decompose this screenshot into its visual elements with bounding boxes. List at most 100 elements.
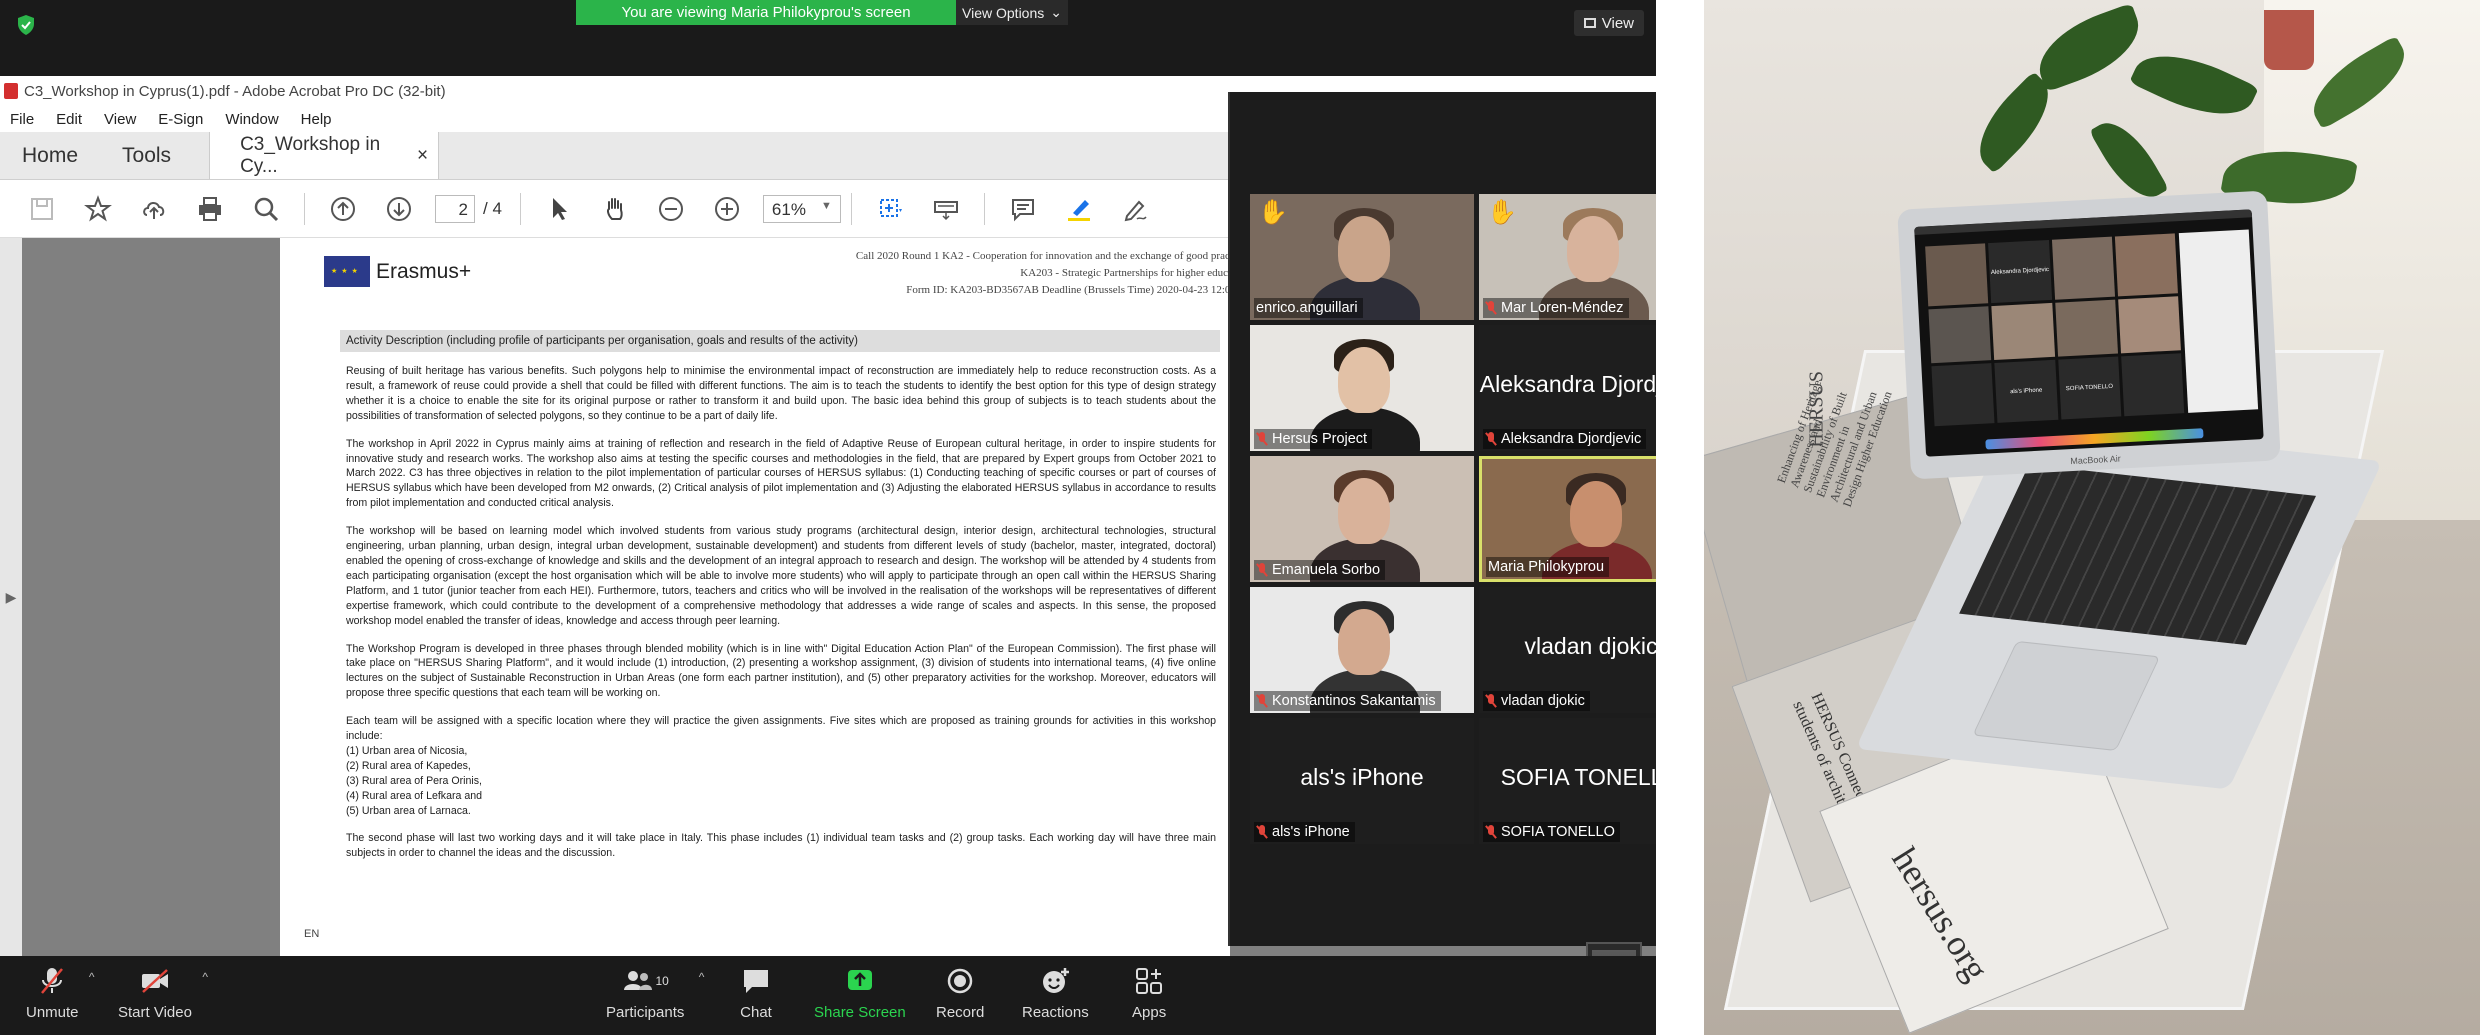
security-shield-icon[interactable] bbox=[16, 14, 36, 36]
share-screen-button[interactable]: Share Screen bbox=[814, 966, 906, 1021]
laptop-tile bbox=[1931, 363, 1995, 427]
previous-page-button[interactable] bbox=[315, 189, 371, 229]
select-tool-button[interactable] bbox=[531, 189, 587, 229]
reactions-label: Reactions bbox=[1022, 1004, 1089, 1021]
participant-tile[interactable]: Maria Philokyprou bbox=[1479, 456, 1656, 582]
page-navigator: 2 / 4 bbox=[435, 194, 502, 223]
zoom-level-field[interactable]: 61% ▼ bbox=[762, 194, 841, 223]
chevron-up-icon[interactable]: ^ bbox=[699, 970, 705, 984]
chevron-up-icon[interactable]: ^ bbox=[202, 970, 208, 984]
reactions-button[interactable]: Reactions bbox=[1022, 966, 1089, 1021]
menu-view[interactable]: View bbox=[104, 111, 136, 128]
chevron-down-icon: ⌄ bbox=[1050, 4, 1062, 20]
search-icon bbox=[254, 197, 279, 221]
participant-name: Hersus Project bbox=[1272, 431, 1368, 447]
participant-tile[interactable]: Konstantinos Sakantamis bbox=[1250, 587, 1474, 713]
participant-name-label: Mar Loren-Méndez bbox=[1483, 298, 1629, 318]
print-button[interactable] bbox=[182, 189, 238, 229]
paragraph: Reusing of built heritage has various be… bbox=[346, 365, 1216, 422]
tab-tools[interactable]: Tools bbox=[100, 132, 193, 179]
toolbar-divider bbox=[519, 192, 521, 225]
pdf-header-line: Call 2020 Round 1 KA2 - Cooperation for … bbox=[855, 250, 1230, 262]
site-list: (1) Urban area of Nicosia, (2) Rural are… bbox=[346, 744, 1216, 819]
unmute-button[interactable]: Unmute ^ bbox=[26, 966, 95, 1021]
microphone-muted-icon bbox=[41, 968, 64, 994]
page-number-input[interactable]: 2 bbox=[435, 194, 475, 223]
participant-tile[interactable]: Aleksandra Djordjevic Aleksandra Djordjev… bbox=[1479, 325, 1656, 451]
zoom-window: You are viewing Maria Philokyprou's scre… bbox=[0, 0, 1656, 1035]
participant-tile[interactable]: Emanuela Sorbo bbox=[1250, 456, 1474, 582]
participant-name-label: enrico.anguillari bbox=[1254, 298, 1363, 318]
list-item: (3) Rural area of Pera Orinis, bbox=[346, 774, 483, 787]
participant-tile[interactable]: ✋ enrico.anguillari bbox=[1250, 194, 1474, 320]
start-video-button[interactable]: Start Video ^ bbox=[118, 966, 208, 1021]
divider-gap bbox=[1656, 0, 1704, 1035]
cloud-upload-icon bbox=[143, 201, 165, 219]
close-tab-icon[interactable]: × bbox=[417, 145, 428, 167]
fit-page-icon bbox=[879, 198, 902, 217]
smiley-plus-icon bbox=[1043, 968, 1070, 993]
save-button[interactable] bbox=[14, 189, 70, 229]
hand-tool-button[interactable] bbox=[587, 189, 643, 229]
pdf-header-line: Form ID: KA203-BD3567AB Deadline (Brusse… bbox=[906, 284, 1230, 296]
bookmark-button[interactable] bbox=[70, 189, 126, 229]
find-button[interactable] bbox=[238, 189, 294, 229]
view-options-button[interactable]: View Options ⌄ bbox=[956, 0, 1068, 25]
draw-button[interactable] bbox=[1107, 189, 1163, 229]
menu-window[interactable]: Window bbox=[225, 111, 278, 128]
menu-help[interactable]: Help bbox=[301, 111, 332, 128]
flower-pot bbox=[2264, 10, 2314, 70]
menu-esign[interactable]: E-Sign bbox=[158, 111, 203, 128]
save-icon bbox=[31, 197, 53, 220]
view-button[interactable]: View bbox=[1573, 10, 1644, 36]
participant-tile[interactable]: Hersus Project bbox=[1250, 325, 1474, 451]
keyboard-button[interactable] bbox=[918, 189, 974, 229]
comment-button[interactable] bbox=[995, 189, 1051, 229]
apps-button[interactable]: Apps bbox=[1132, 966, 1166, 1021]
list-item: (4) Rural area of Lefkara and bbox=[346, 789, 483, 802]
microphone-muted-icon bbox=[1256, 694, 1268, 708]
participant-tile[interactable]: vladan djokic vladan djokic bbox=[1479, 587, 1656, 713]
meeting-controls: Unmute ^ Start Video ^ 10 Participants ^… bbox=[0, 956, 1656, 1035]
record-button[interactable]: Record bbox=[936, 966, 984, 1021]
laptop-gallery: Aleksandra Djordjevic als's iPhone SOFIA… bbox=[1925, 233, 2185, 427]
menu-edit[interactable]: Edit bbox=[56, 111, 82, 128]
room-photo: HERSUS Enhancing of Heritage Awareness a… bbox=[1704, 0, 2480, 1035]
participant-name-label: Hersus Project bbox=[1254, 429, 1373, 449]
participant-name-label: Aleksandra Djordjevic bbox=[1483, 429, 1647, 449]
participant-face bbox=[1338, 216, 1390, 282]
tab-document[interactable]: C3_Workshop in Cy... × bbox=[209, 132, 440, 179]
raised-hand-icon: ✋ bbox=[1487, 199, 1517, 226]
participant-tile[interactable]: SOFIA TONELLO SOFIA TONELLO bbox=[1479, 718, 1656, 844]
pdf-header: Call 2020 Round 1 KA2 - Cooperation for … bbox=[770, 248, 1230, 299]
upload-button[interactable] bbox=[126, 189, 182, 229]
chevron-up-icon[interactable]: ^ bbox=[89, 970, 95, 984]
laptop-tile-label: Aleksandra Djordjevic bbox=[1990, 267, 2050, 277]
laptop-tile: als's iPhone bbox=[1994, 359, 2058, 423]
printer-icon bbox=[199, 196, 221, 221]
next-page-button[interactable] bbox=[371, 189, 427, 229]
participant-face bbox=[1567, 216, 1619, 282]
arrow-up-circle-icon bbox=[331, 196, 355, 221]
laptop-tile bbox=[2120, 353, 2185, 417]
plus-circle-icon bbox=[714, 196, 739, 221]
menu-file[interactable]: File bbox=[10, 111, 34, 128]
fit-page-button[interactable] bbox=[862, 189, 918, 229]
participant-name: Konstantinos Sakantamis bbox=[1272, 693, 1436, 709]
highlight-button[interactable] bbox=[1051, 189, 1107, 229]
participant-name: vladan djokic bbox=[1501, 693, 1585, 709]
record-icon bbox=[947, 968, 973, 994]
zoom-in-button[interactable] bbox=[699, 189, 755, 229]
laptop-tile bbox=[1991, 302, 2055, 360]
chat-button[interactable]: Chat bbox=[740, 966, 772, 1021]
expand-panel-handle[interactable]: ▶ bbox=[0, 238, 22, 956]
list-item: (5) Urban area of Larnaca. bbox=[346, 804, 471, 817]
tab-home[interactable]: Home bbox=[0, 132, 100, 179]
participants-button[interactable]: 10 Participants ^ bbox=[606, 966, 704, 1021]
pdf-header-line: KA203 - Strategic Partnerships for highe… bbox=[1020, 267, 1230, 279]
zoom-level-select[interactable]: 61% ▼ bbox=[762, 194, 841, 223]
participant-display-name: SOFIA TONELLO bbox=[1500, 764, 1656, 790]
zoom-out-button[interactable] bbox=[643, 189, 699, 229]
participant-tile[interactable]: ✋ Mar Loren-Méndez bbox=[1479, 194, 1656, 320]
participant-tile[interactable]: als's iPhone als's iPhone bbox=[1250, 718, 1474, 844]
